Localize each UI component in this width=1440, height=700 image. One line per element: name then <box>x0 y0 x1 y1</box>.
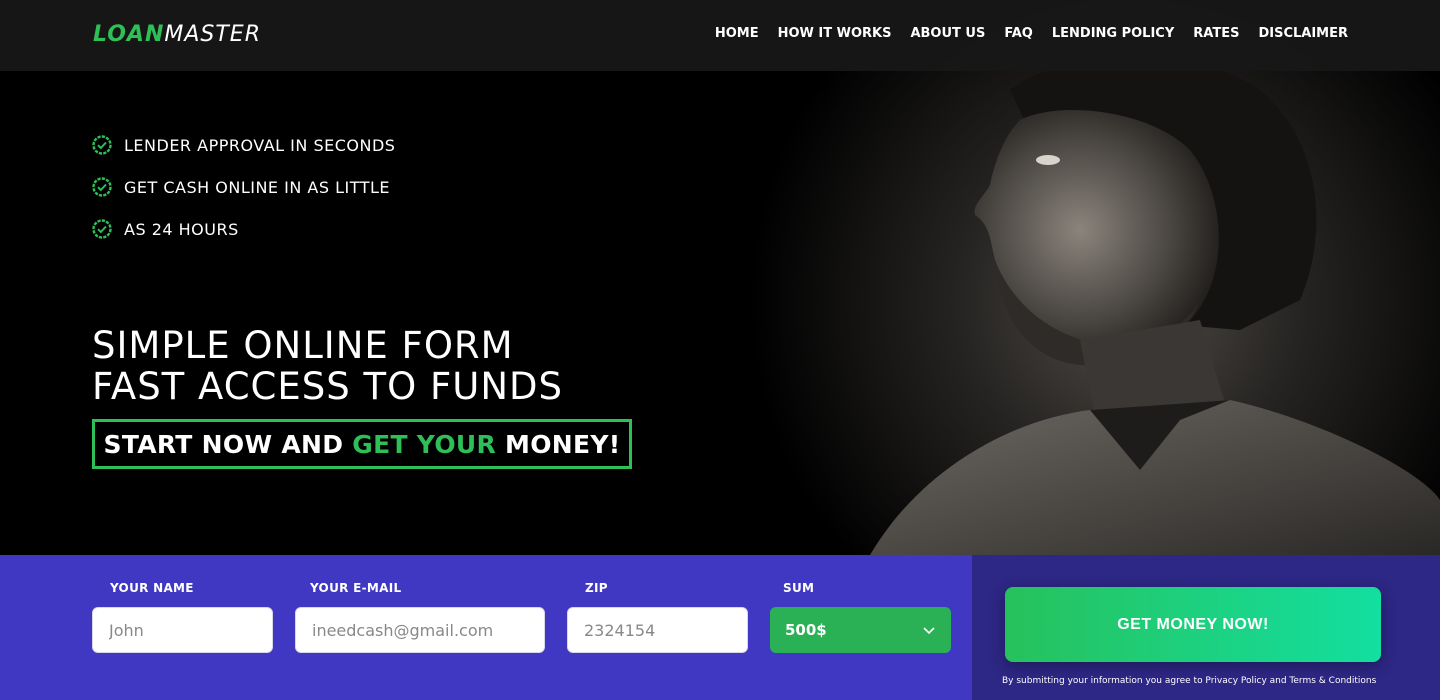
feature-item: AS 24 HOURS <box>92 218 395 240</box>
feature-item: GET CASH ONLINE IN AS LITTLE <box>92 176 395 198</box>
logo-master: MASTER <box>164 22 261 47</box>
cta-part-2: GET YOUR <box>352 429 497 459</box>
email-label: YOUR E-MAIL <box>310 581 402 595</box>
cta-text: START NOW AND GET YOUR MONEY! <box>104 430 621 459</box>
logo-loan: LOAN <box>93 22 165 47</box>
headline-line-1: SIMPLE ONLINE FORM <box>92 324 514 367</box>
nav-lending-policy[interactable]: LENDING POLICY <box>1052 25 1174 43</box>
cta-part-1: START NOW AND <box>103 429 353 459</box>
name-label: YOUR NAME <box>110 581 194 595</box>
feature-item: LENDER APPROVAL IN SECONDS <box>92 134 395 156</box>
main-nav: HOME HOW IT WORKS ABOUT US FAQ LENDING P… <box>715 25 1348 43</box>
hero-headline: SIMPLE ONLINE FORM FAST ACCESS TO FUNDS <box>92 325 563 407</box>
feature-list: LENDER APPROVAL IN SECONDS GET CASH ONLI… <box>92 134 395 260</box>
hero-section <box>0 0 1440 555</box>
get-money-button[interactable]: GET MONEY NOW! <box>1005 587 1381 662</box>
nav-faq[interactable]: FAQ <box>1004 25 1033 43</box>
headline-line-2: FAST ACCESS TO FUNDS <box>92 365 563 408</box>
zip-input[interactable] <box>567 607 748 653</box>
sum-select-value: 500$ <box>785 621 827 639</box>
site-header: LOANMASTER HOME HOW IT WORKS ABOUT US FA… <box>0 0 1440 71</box>
check-badge-icon <box>92 177 112 197</box>
nav-home[interactable]: HOME <box>715 25 759 43</box>
nav-disclaimer[interactable]: DISCLAIMER <box>1258 25 1348 43</box>
check-badge-icon <box>92 219 112 239</box>
feature-text: AS 24 HOURS <box>124 219 239 239</box>
feature-text: LENDER APPROVAL IN SECONDS <box>124 135 396 155</box>
nav-how-it-works[interactable]: HOW IT WORKS <box>778 25 892 43</box>
nav-rates[interactable]: RATES <box>1193 25 1239 43</box>
sum-label: SUM <box>783 581 815 595</box>
terms-disclaimer: By submitting your information you agree… <box>1002 676 1377 686</box>
logo[interactable]: LOANMASTER <box>93 21 261 49</box>
feature-text: GET CASH ONLINE IN AS LITTLE <box>124 177 390 197</box>
chevron-down-icon <box>923 627 935 635</box>
check-badge-icon <box>92 135 112 155</box>
nav-about-us[interactable]: ABOUT US <box>910 25 985 43</box>
get-money-button-label: GET MONEY NOW! <box>1117 615 1269 633</box>
hero-photo-man-portrait <box>0 0 1440 555</box>
zip-label: ZIP <box>585 581 608 595</box>
cta-part-3: MONEY! <box>496 429 621 459</box>
cta-banner: START NOW AND GET YOUR MONEY! <box>92 419 632 469</box>
email-input[interactable] <box>295 607 545 653</box>
name-input[interactable] <box>92 607 273 653</box>
sum-select[interactable]: 500$ <box>770 607 951 653</box>
